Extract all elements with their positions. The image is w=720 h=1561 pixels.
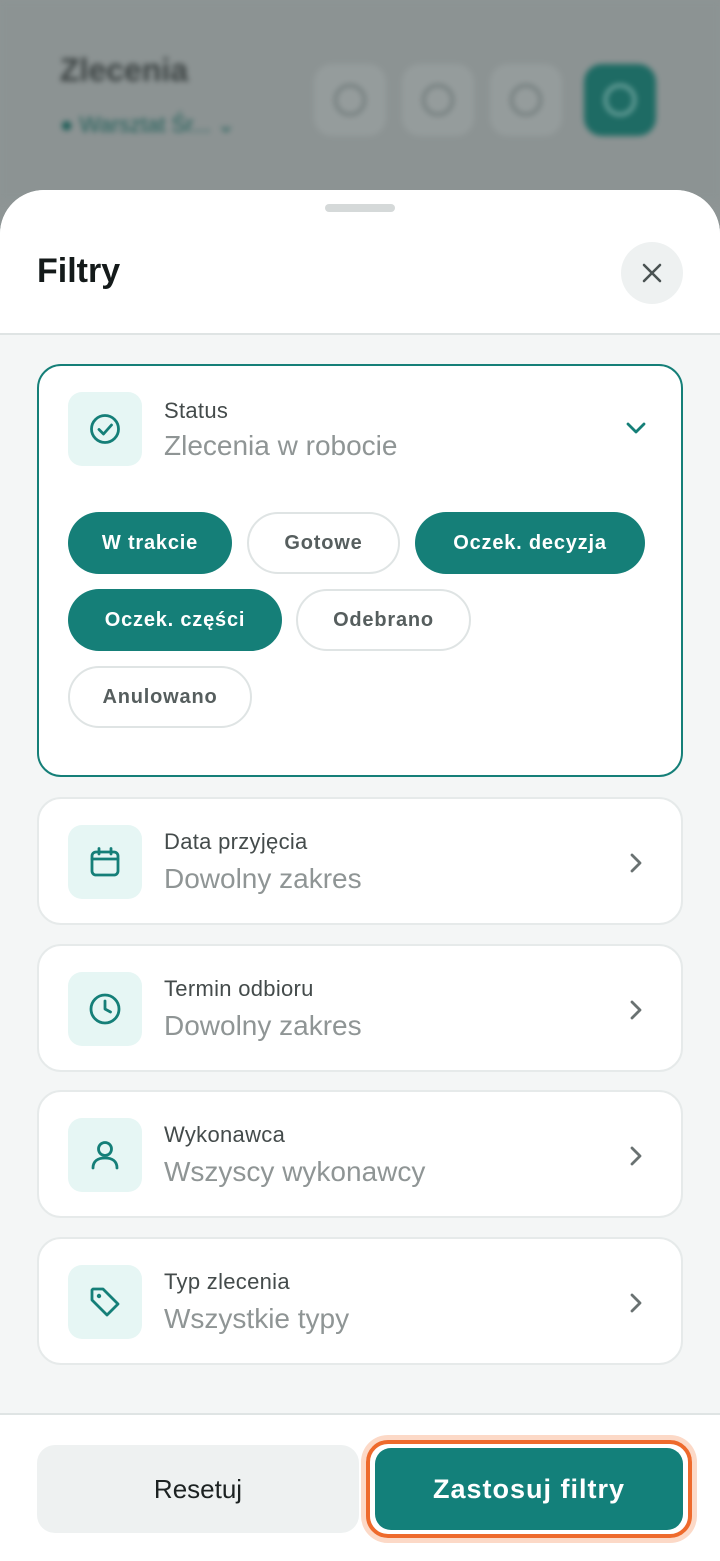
sheet-header: Filtry [0,190,720,335]
chevron-right-icon [630,1293,642,1313]
filter-icon [490,64,562,136]
tag-icon [90,1287,120,1317]
clock-icon [89,993,121,1025]
sheet-footer: Resetuj Zastosuj filtry [0,1413,720,1561]
background-workshop-selector: ● Warsztat Śr... ⌄ [60,112,236,137]
date-received-value: Dowolny zakres [164,863,362,894]
clock-icon-box [68,972,142,1046]
chip-w-trakcie[interactable]: W trakcie [68,512,232,574]
add-icon [584,64,656,136]
date-icon-box [68,825,142,899]
chevron-right-icon [630,1146,642,1166]
user-icon-box [68,1118,142,1192]
apply-filters-button[interactable]: Zastosuj filtry [375,1448,683,1530]
order-type-filter-card[interactable]: Typ zlecenia Wszystkie typy [37,1237,683,1365]
contractor-filter-card[interactable]: Wykonawca Wszyscy wykonawcy [37,1090,683,1218]
chip-oczek-decyzja[interactable]: Oczek. decyzja [415,512,645,574]
drag-handle[interactable] [325,204,395,212]
contractor-value: Wszyscy wykonawcy [164,1156,426,1187]
status-value: Zlecenia w robocie [164,430,398,461]
date-received-label: Data przyjęcia [164,829,308,854]
calendar-icon [402,64,474,136]
pickup-deadline-filter-card[interactable]: Termin odbioru Dowolny zakres [37,944,683,1072]
calendar-icon [90,847,120,877]
order-type-label: Typ zlecenia [164,1269,290,1294]
order-type-value: Wszystkie typy [164,1303,350,1334]
bell-icon [314,64,386,136]
chevron-right-icon [630,1000,642,1020]
status-icon-box [68,392,142,466]
chip-gotowe[interactable]: Gotowe [247,512,400,574]
chevron-down-icon[interactable] [623,415,649,441]
filters-sheet: Filtry Status Zlecenia w robocie W trakc… [0,190,720,1561]
pickup-deadline-value: Dowolny zakres [164,1010,362,1041]
status-label: Status [164,398,229,423]
chip-oczek-czesci[interactable]: Oczek. części [68,589,282,651]
background-header: Zlecenia ● Warsztat Śr... ⌄ [0,0,720,200]
user-icon [91,1141,119,1170]
sheet-title: Filtry [37,252,121,290]
date-received-filter-card[interactable]: Data przyjęcia Dowolny zakres [37,797,683,925]
contractor-label: Wykonawca [164,1122,286,1147]
background-title: Zlecenia [60,52,189,88]
close-button[interactable] [621,242,683,304]
reset-button[interactable]: Resetuj [37,1445,359,1533]
tag-icon-box [68,1265,142,1339]
check-circle-icon [90,414,120,444]
chip-anulowano[interactable]: Anulowano [68,666,252,728]
status-filter-card[interactable]: Status Zlecenia w robocie W trakcie Goto… [37,364,683,777]
close-icon [642,263,662,283]
chevron-right-icon [630,853,642,873]
chip-odebrano[interactable]: Odebrano [296,589,471,651]
pickup-deadline-label: Termin odbioru [164,976,314,1001]
